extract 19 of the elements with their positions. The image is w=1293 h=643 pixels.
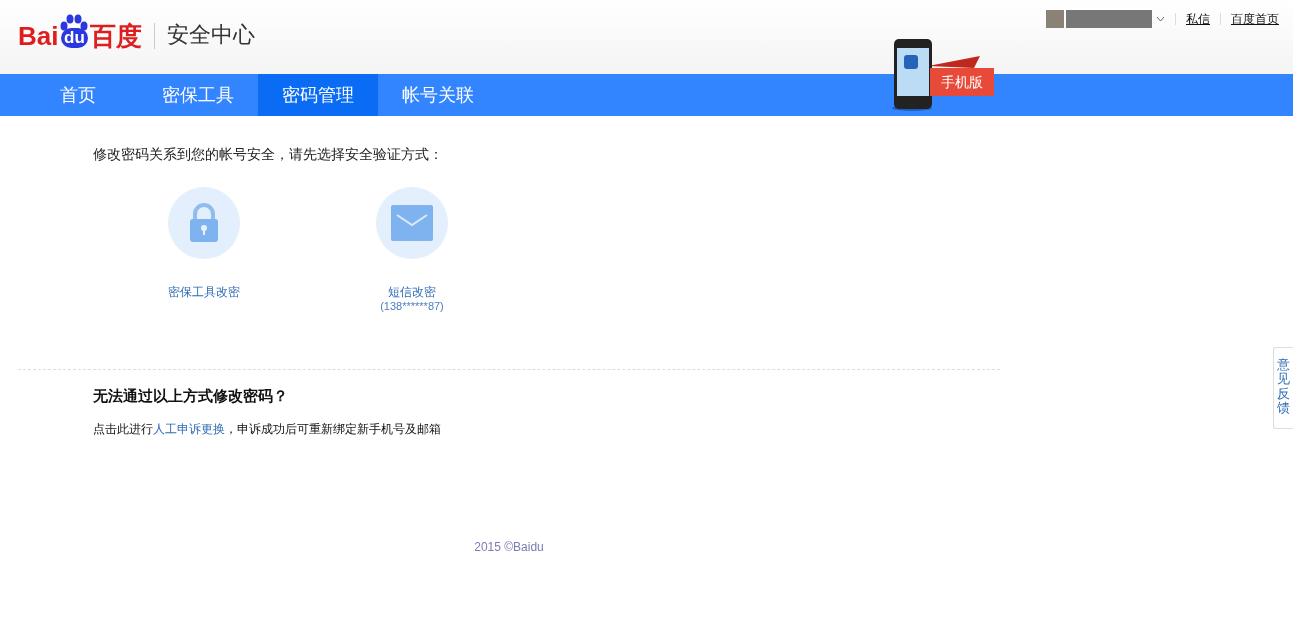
baidu-logo[interactable]: Bai du 百度 — [18, 14, 143, 51]
feedback-tab[interactable]: 意见反馈 — [1273, 347, 1293, 429]
padlock-icon — [188, 203, 220, 243]
nav-tab[interactable]: 密码管理 — [258, 74, 378, 116]
messages-link[interactable]: 私信 — [1186, 10, 1210, 28]
chevron-down-icon[interactable] — [1156, 16, 1165, 22]
baidu-home-link[interactable]: 百度首页 — [1231, 10, 1279, 28]
nav-tab[interactable]: 密保工具 — [138, 74, 258, 116]
method-link[interactable]: 密保工具改密 — [168, 285, 240, 299]
instruction-text: 修改密码关系到您的帐号安全，请先选择安全验证方式： — [93, 145, 444, 164]
envelope-icon — [391, 205, 433, 241]
appeal-link[interactable]: 人工申诉更换 — [153, 422, 225, 436]
help-heading: 无法通过以上方式修改密码？ — [93, 386, 288, 406]
copyright-text: 2015 ©Baidu — [474, 539, 544, 556]
phone-number: (138******87) — [380, 299, 444, 313]
method-link[interactable]: 短信改密 — [388, 285, 436, 299]
nav-tab[interactable]: 首页 — [18, 74, 138, 116]
site-title: 安全中心 — [167, 21, 256, 49]
nav-tab[interactable]: 帐号关联 — [378, 74, 498, 116]
